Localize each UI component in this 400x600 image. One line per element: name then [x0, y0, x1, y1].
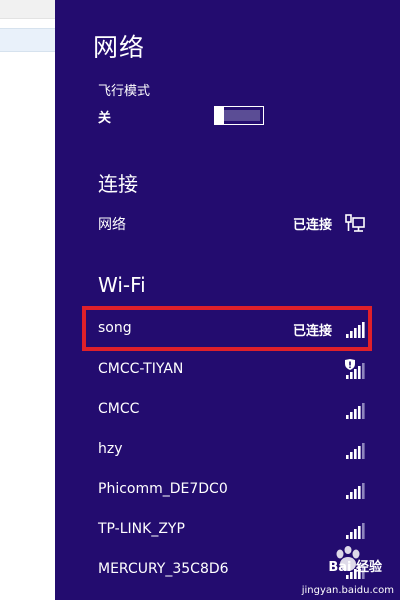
toggle-thumb[interactable]: [215, 106, 224, 125]
wifi-network-phicomm[interactable]: Phicomm_DE7DC0: [88, 474, 368, 506]
connection-status: 已连接: [292, 218, 332, 233]
wifi-network-name: Phicomm_DE7DC0: [98, 481, 228, 497]
connection-name: 网络: [98, 217, 126, 233]
wifi-signal-icon: [344, 399, 366, 421]
connections-section-title: 连接: [98, 172, 138, 196]
wired-network-icon: [344, 212, 366, 234]
background-window-titlebar: [0, 0, 55, 19]
wifi-signal-shield-icon: [344, 359, 366, 381]
wifi-signal-icon: [344, 559, 366, 581]
wifi-network-name: song: [98, 320, 132, 336]
wifi-network-song[interactable]: song 已连接: [88, 313, 368, 345]
wifi-network-tp-link[interactable]: TP-LINK_ZYP: [88, 514, 368, 546]
airplane-mode-label: 飞行模式: [98, 84, 151, 99]
wifi-network-hzy[interactable]: hzy: [88, 434, 368, 466]
airplane-mode-state: 关: [98, 111, 112, 126]
wifi-network-name: TP-LINK_ZYP: [98, 521, 185, 537]
wifi-network-name: CMCC: [98, 401, 140, 417]
wifi-network-name: CMCC-TIYAN: [98, 361, 184, 377]
wifi-signal-icon: [344, 439, 366, 461]
network-panel: 网络 飞行模式 关 连接 网络 已连接 Wi-Fi song 已连接 CMCC-…: [55, 0, 400, 600]
wifi-network-status: 已连接: [292, 324, 332, 339]
panel-title: 网络: [93, 33, 146, 62]
background-window: [0, 0, 56, 600]
wifi-network-cmcc-tiyan[interactable]: CMCC-TIYAN: [88, 354, 368, 386]
wifi-network-cmcc[interactable]: CMCC: [88, 394, 368, 426]
wifi-network-mercury[interactable]: MERCURY_35C8D6: [88, 554, 368, 586]
wifi-network-name: MERCURY_35C8D6: [98, 561, 229, 577]
wifi-signal-icon: [344, 318, 366, 340]
wifi-network-name: hzy: [98, 441, 123, 457]
airplane-mode-toggle[interactable]: [214, 106, 264, 125]
wifi-section-title: Wi-Fi: [98, 273, 146, 297]
wifi-signal-icon: [344, 519, 366, 541]
background-window-toolbar: [0, 28, 55, 52]
toggle-track: [224, 110, 260, 121]
connection-item-wired[interactable]: 网络 已连接: [88, 207, 368, 239]
wifi-signal-icon: [344, 479, 366, 501]
screen: 网络 飞行模式 关 连接 网络 已连接 Wi-Fi song 已连接 CMCC-…: [0, 0, 400, 600]
